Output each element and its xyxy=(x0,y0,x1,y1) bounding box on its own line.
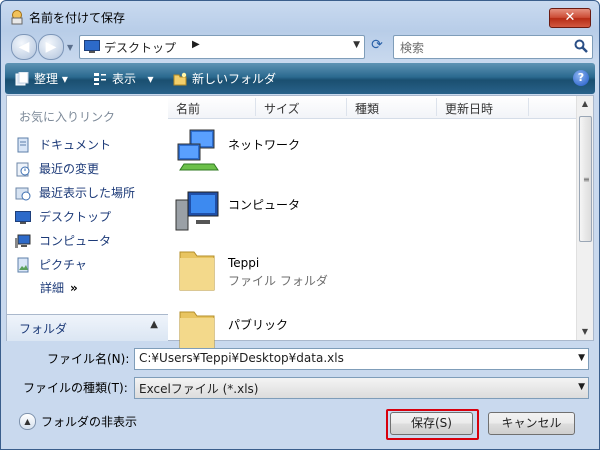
sidebar-item-label: ドキュメント xyxy=(39,138,112,152)
forward-button[interactable]: ▶ xyxy=(38,34,64,60)
column-headers: 名前 サイズ 種類 更新日時 xyxy=(168,96,576,119)
vertical-scrollbar[interactable]: ▲ ≡ ▼ xyxy=(576,96,593,340)
column-name[interactable]: 名前 xyxy=(176,100,200,117)
search-box[interactable]: 検索 xyxy=(393,35,593,59)
chevron-down-icon[interactable]: ▼ xyxy=(578,382,585,392)
new-folder-label: 新しいフォルダ xyxy=(192,72,277,86)
address-bar[interactable]: デスクトップ ▶ ▼ xyxy=(79,35,365,59)
organize-icon xyxy=(15,72,29,86)
sidebar-item-documents[interactable]: ドキュメント xyxy=(15,136,111,154)
double-chevron-icon: » xyxy=(70,281,78,295)
sidebar-item-label: コンピュータ xyxy=(39,234,112,248)
organize-label: 整理 xyxy=(34,72,59,86)
search-icon[interactable] xyxy=(573,38,589,54)
recent-changes-icon xyxy=(16,162,30,177)
item-name: コンピュータ xyxy=(228,198,301,212)
scrollbar-thumb[interactable]: ≡ xyxy=(579,116,592,242)
pictures-icon xyxy=(17,257,29,273)
scroll-down-icon[interactable]: ▼ xyxy=(577,324,593,340)
address-dropdown-icon[interactable]: ▼ xyxy=(353,40,360,50)
column-divider[interactable] xyxy=(346,98,347,116)
sidebar-item-label: デスクトップ xyxy=(39,210,112,224)
sidebar-item-pictures[interactable]: ピクチャ xyxy=(15,256,87,274)
folders-label: フォルダ xyxy=(19,322,68,336)
close-button[interactable]: ✕ xyxy=(549,8,591,28)
list-item-teppi-folder[interactable]: Teppi ファイル フォルダ xyxy=(172,242,572,298)
navigation-bar: ◀ ▶ ▼ デスクトップ ▶ ▼ ⟳ 検索 xyxy=(1,31,599,63)
scroll-up-icon[interactable]: ▲ xyxy=(577,96,593,112)
cancel-button[interactable]: キャンセル xyxy=(488,412,575,435)
organize-menu[interactable]: 整理 ▾ xyxy=(15,70,68,87)
item-type: ファイル フォルダ xyxy=(228,274,328,288)
save-button[interactable]: 保存(S) xyxy=(390,412,473,435)
save-as-dialog: 名前を付けて保存 ✕ ◀ ▶ ▼ デスクトップ ▶ ▼ ⟳ 検索 整理 ▾ 表示… xyxy=(0,0,600,450)
list-item-computer[interactable]: コンピュータ xyxy=(172,182,572,238)
chevron-up-icon[interactable]: ▲ xyxy=(19,413,36,430)
window-title: 名前を付けて保存 xyxy=(29,11,126,25)
recent-pages-dropdown-icon[interactable]: ▼ xyxy=(67,43,73,52)
search-placeholder: 検索 xyxy=(400,41,425,55)
filename-input[interactable]: C:¥Users¥Teppi¥Desktop¥data.xls ▼ xyxy=(134,348,589,370)
list-item-network[interactable]: ネットワーク xyxy=(172,122,572,178)
desktop-icon xyxy=(15,211,31,224)
filetype-select[interactable]: Excelファイル (*.xls) ▼ xyxy=(134,377,589,399)
folder-icon xyxy=(179,311,215,351)
column-divider[interactable] xyxy=(528,98,529,116)
back-button[interactable]: ◀ xyxy=(11,34,37,60)
column-modified[interactable]: 更新日時 xyxy=(445,100,493,117)
sidebar-item-label: 最近の変更 xyxy=(39,162,100,176)
command-bar: 整理 ▾ 表示 ▾ 新しいフォルダ ? xyxy=(5,63,595,94)
item-name: ネットワーク xyxy=(228,138,301,152)
column-size[interactable]: サイズ xyxy=(264,100,300,117)
column-divider[interactable] xyxy=(436,98,437,116)
sidebar-item-label: ピクチャ xyxy=(39,258,87,272)
file-list: 名前 サイズ 種類 更新日時 ネットワーク コンピュータ Teppi ファイル … xyxy=(168,95,594,351)
sidebar-item-computer[interactable]: コンピュータ xyxy=(15,232,111,250)
details-label: 詳細 xyxy=(40,281,65,295)
details-link[interactable]: 詳細 » xyxy=(40,279,78,296)
column-type[interactable]: 種類 xyxy=(355,100,379,117)
item-name: Teppi xyxy=(228,256,260,270)
folder-icon xyxy=(179,251,215,291)
computer-icon xyxy=(175,191,219,231)
breadcrumb-arrow-icon[interactable]: ▶ xyxy=(192,39,200,50)
desktop-icon xyxy=(84,40,100,53)
documents-icon xyxy=(17,137,29,153)
item-name: パブリック xyxy=(228,318,289,332)
recent-places-icon xyxy=(15,187,31,201)
save-dialog-icon xyxy=(11,10,23,25)
column-divider[interactable] xyxy=(255,98,256,116)
folders-pane-toggle[interactable]: フォルダ ▲ xyxy=(7,314,168,341)
sidebar-item-recent-changes[interactable]: 最近の変更 xyxy=(15,160,99,178)
address-location: デスクトップ xyxy=(104,41,177,55)
views-menu[interactable]: 表示 ▾ xyxy=(93,70,153,87)
computer-icon xyxy=(15,234,31,248)
filetype-value: Excelファイル (*.xls) xyxy=(139,382,259,396)
chevron-down-icon[interactable]: ▼ xyxy=(578,353,585,363)
new-folder-button[interactable]: 新しいフォルダ xyxy=(173,70,276,87)
title-bar[interactable]: 名前を付けて保存 ✕ xyxy=(1,1,599,31)
network-icon xyxy=(177,129,219,171)
new-folder-icon xyxy=(173,72,187,86)
chevron-up-icon: ▲ xyxy=(150,319,158,330)
sidebar-item-label: 最近表示した場所 xyxy=(39,186,136,200)
grip-icon: ≡ xyxy=(583,175,590,184)
refresh-icon[interactable]: ⟳ xyxy=(367,37,387,57)
views-icon xyxy=(94,73,106,85)
sidebar-item-desktop[interactable]: デスクトップ xyxy=(15,208,111,226)
views-label: 表示 xyxy=(112,72,137,86)
favorite-links-pane: お気に入りリンク ドキュメント 最近の変更 最近表示した場所 デスクトップ コン… xyxy=(6,95,169,341)
favorite-links-title: お気に入りリンク xyxy=(19,110,116,124)
help-icon[interactable]: ? xyxy=(573,70,589,86)
hide-folders-toggle[interactable]: フォルダの非表示 xyxy=(41,413,137,430)
filetype-label: ファイルの種類(T): xyxy=(23,381,128,395)
filename-value: C:¥Users¥Teppi¥Desktop¥data.xls xyxy=(139,351,344,365)
filename-label: ファイル名(N): xyxy=(47,352,130,366)
sidebar-item-recent-places[interactable]: 最近表示した場所 xyxy=(15,184,135,202)
